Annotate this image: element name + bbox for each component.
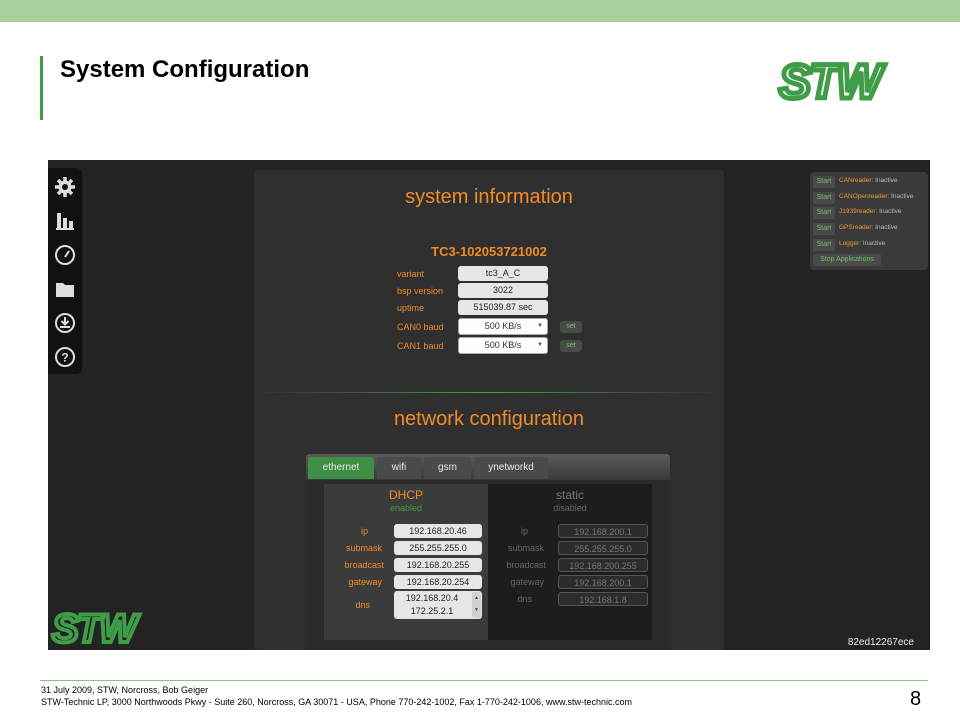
app-name: GPSreader — [839, 224, 872, 231]
dhcp-broadcast-label: broadcast — [344, 560, 384, 570]
dhcp-ip-label: ip — [360, 526, 368, 536]
start-button[interactable]: Start — [813, 223, 835, 235]
uptime-label: uptime — [397, 303, 425, 313]
network-tabs: ethernet wifi gsm ynetworkd — [306, 454, 670, 480]
can0-set-button[interactable]: set — [560, 321, 582, 333]
static-gateway-input[interactable]: 192.168.200.1 — [558, 575, 648, 589]
app-screenshot: ? system information TC3-102053721002 va… — [48, 160, 930, 650]
app-status: Inactive — [862, 240, 886, 247]
app-status: Inactive — [875, 177, 898, 184]
dns-entry-1: 192.168.20.4 — [405, 593, 459, 603]
app-name: Logger — [839, 240, 860, 247]
help-icon[interactable]: ? — [54, 346, 76, 368]
stw-logo: STW — [777, 56, 890, 106]
stw-logo-bottom: STW — [50, 605, 144, 650]
dhcp-column[interactable]: DHCP enabled ip 192.168.20.46 submask 25… — [324, 484, 488, 640]
static-dns-input[interactable]: 192.168.1.8 — [558, 592, 648, 606]
static-broadcast-input[interactable]: 192.168.200.255 — [558, 558, 648, 572]
applications-panel: Start CANreader: Inactive Start CANOpenr… — [810, 172, 928, 270]
can0-baud-label: CAN0 baud — [397, 322, 444, 332]
variant-value: tc3_A_C — [458, 266, 548, 281]
chevron-down-icon: ▼ — [537, 323, 543, 329]
footer-line-2: STW-Technic LP, 3000 Northwoods Pkwy - S… — [41, 697, 632, 707]
stw-logo-text: STW — [779, 56, 885, 106]
dhcp-dns-label: dns — [355, 600, 370, 610]
network-tab-body: DHCP enabled ip 192.168.20.46 submask 25… — [306, 480, 670, 650]
footer: 31 July 2009, STW, Norcross, Bob Geiger … — [41, 684, 632, 708]
network-config-heading: network configuration — [393, 408, 585, 430]
device-id: 82ed12267ece — [847, 637, 914, 648]
static-ip-input[interactable]: 192.168.200.1 — [558, 524, 648, 538]
static-title: static — [555, 488, 584, 502]
can1-set-button[interactable]: set — [560, 340, 582, 352]
title-rule — [40, 56, 43, 120]
top-accent-bar — [0, 0, 960, 22]
static-gateway-label: gateway — [510, 577, 544, 587]
app-name: J1939reader — [839, 208, 876, 215]
uptime-value: 515039.87 sec — [458, 300, 548, 315]
chevron-down-icon: ▼ — [537, 342, 543, 348]
dhcp-title: DHCP — [388, 488, 423, 502]
device-name: TC3-102053721002 — [431, 244, 547, 259]
stw-logo-bottom-text: STW — [52, 607, 140, 650]
system-info-heading: system information — [405, 186, 573, 208]
tab-gsm[interactable]: gsm — [424, 457, 471, 479]
svg-text:?: ? — [61, 351, 68, 365]
dhcp-gateway-label: gateway — [348, 577, 382, 587]
folder-icon[interactable] — [54, 278, 76, 300]
can1-baud-select[interactable]: 500 KB/s ▼ — [458, 337, 548, 354]
static-broadcast-label: broadcast — [506, 560, 546, 570]
start-button[interactable]: Start — [813, 239, 835, 251]
download-icon[interactable] — [54, 312, 76, 334]
dhcp-submask-value: 255.255.255.0 — [394, 541, 482, 555]
app-status: Inactive — [891, 193, 914, 200]
static-dns-label: dns — [517, 594, 532, 604]
sidebar: ? — [48, 168, 82, 374]
dhcp-submask-label: submask — [345, 543, 382, 553]
app-name: CANOpenreader — [839, 193, 888, 200]
stop-applications-button[interactable]: Stop Applications — [813, 254, 881, 266]
variant-label: variant — [397, 269, 425, 279]
can0-baud-value: 500 KB/s — [484, 321, 522, 331]
footer-rule — [40, 680, 928, 681]
dhcp-status: enabled — [389, 503, 423, 513]
app-name: CANreader — [839, 177, 872, 184]
start-button[interactable]: Start — [813, 192, 835, 204]
bar-chart-icon[interactable] — [54, 210, 76, 232]
can1-baud-label: CAN1 baud — [397, 341, 444, 351]
dhcp-broadcast-value: 192.168.20.255 — [394, 558, 482, 572]
bsp-version-value: 3022 — [458, 283, 548, 298]
can0-baud-select[interactable]: 500 KB/s ▼ — [458, 318, 548, 335]
static-submask-input[interactable]: 255.255.255.0 — [558, 541, 648, 555]
static-column[interactable]: static disabled ip 192.168.200.1 submask… — [488, 484, 652, 640]
gauge-icon[interactable] — [54, 244, 76, 266]
tab-wifi[interactable]: wifi — [377, 457, 421, 479]
static-ip-label: ip — [520, 526, 528, 536]
start-button[interactable]: Start — [813, 207, 835, 219]
tab-ynetworkd[interactable]: ynetworkd — [474, 457, 548, 479]
start-button[interactable]: Start — [813, 176, 835, 188]
footer-line-1: 31 July 2009, STW, Norcross, Bob Geiger — [41, 685, 209, 695]
bsp-version-label: bsp version — [397, 286, 444, 296]
gear-icon[interactable] — [54, 176, 76, 198]
dhcp-dns-textarea[interactable]: 192.168.20.4 172.25.2.1 ▲ ▼ — [394, 591, 482, 619]
static-submask-label: submask — [507, 543, 544, 553]
app-status: Inactive — [879, 208, 902, 215]
static-status: disabled — [553, 503, 587, 513]
dhcp-gateway-value: 192.168.20.254 — [394, 575, 482, 589]
can1-baud-value: 500 KB/s — [484, 340, 522, 350]
page-number: 8 — [910, 688, 922, 710]
app-status: Inactive — [875, 224, 898, 231]
section-divider — [254, 392, 724, 393]
slide-title: System Configuration — [60, 56, 310, 83]
tab-ethernet[interactable]: ethernet — [308, 457, 374, 479]
dns-entry-2: 172.25.2.1 — [410, 606, 454, 616]
main-panel: system information TC3-102053721002 vari… — [254, 170, 724, 650]
